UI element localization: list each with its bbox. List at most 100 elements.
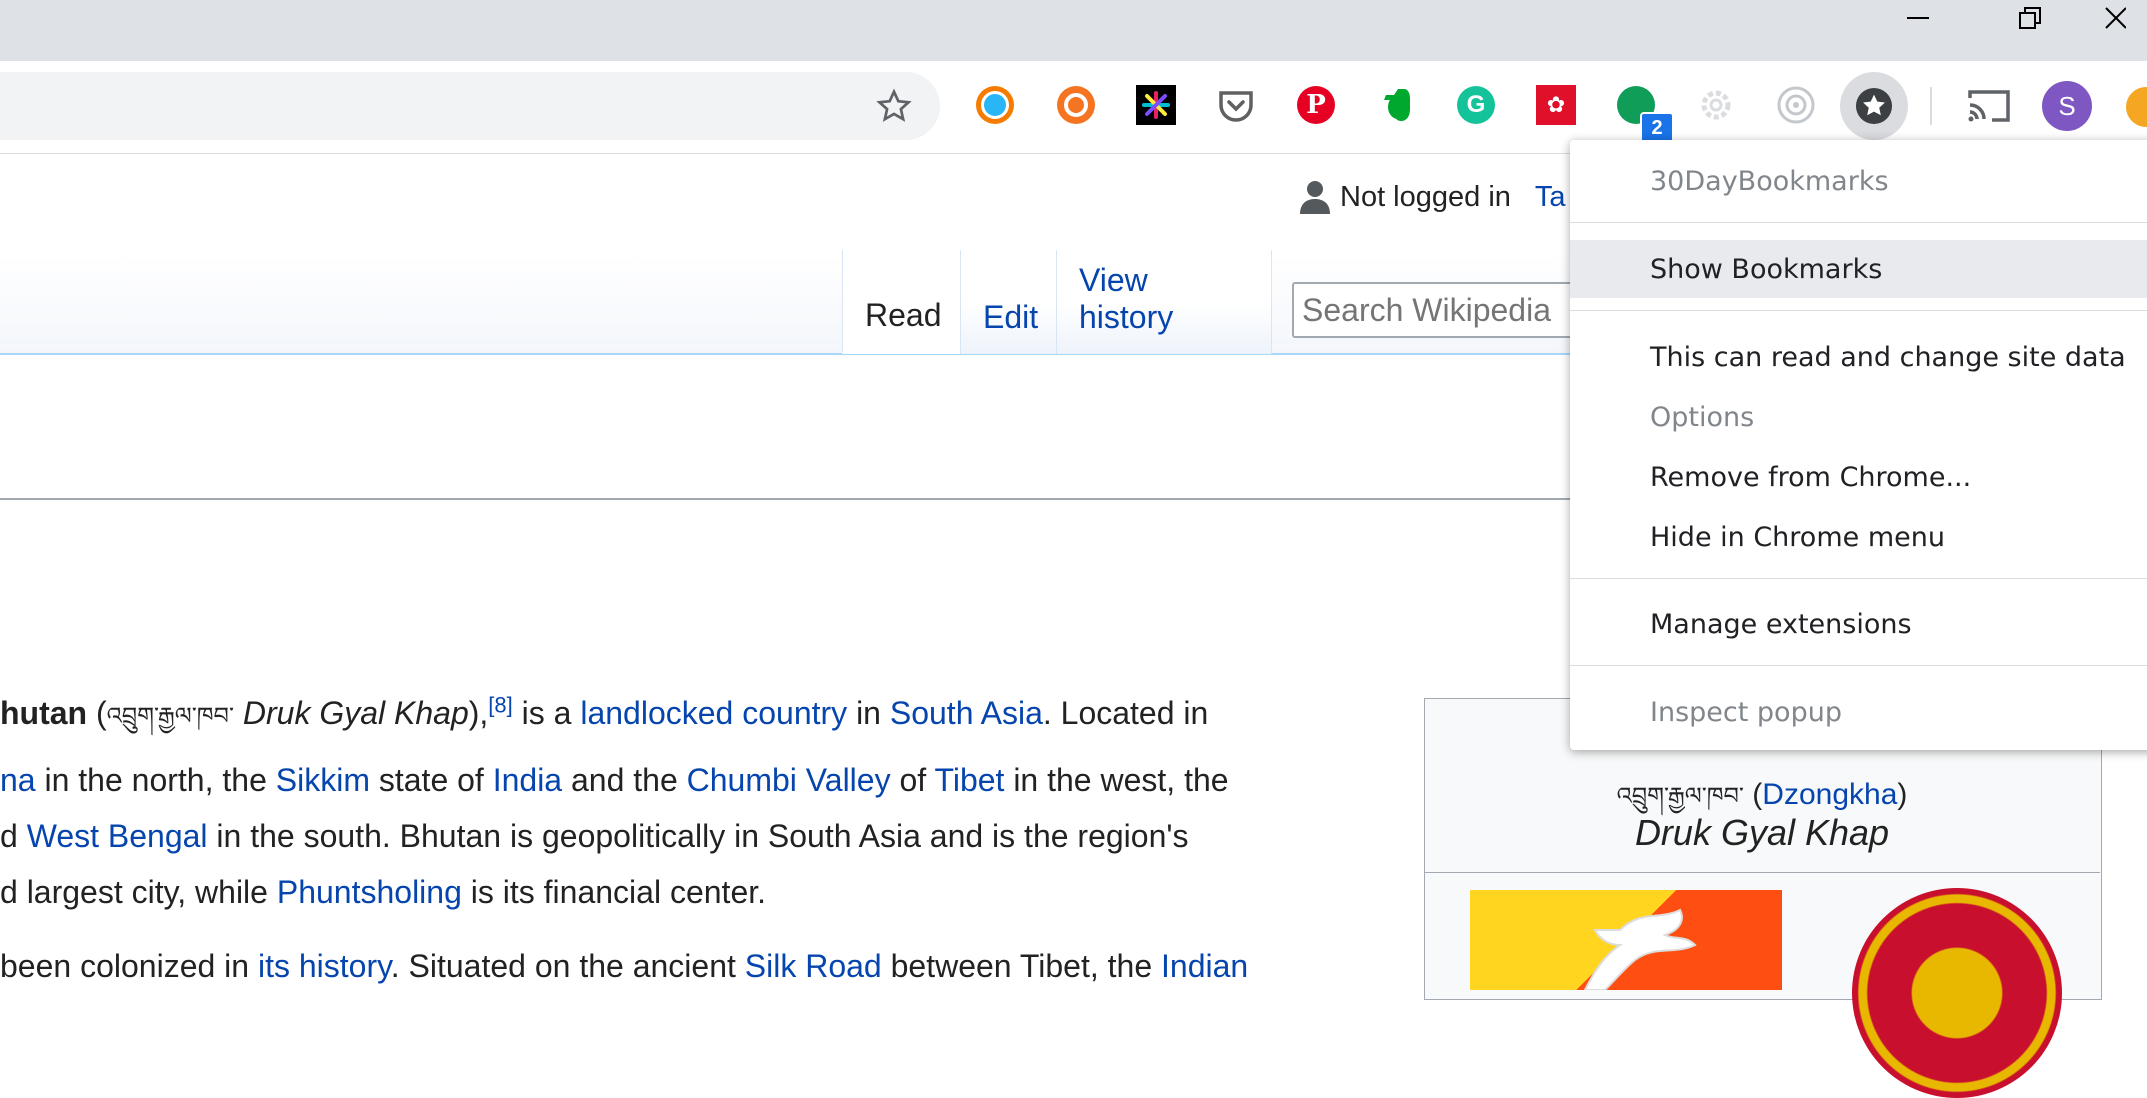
address-bar[interactable]: [0, 72, 940, 140]
flag-image[interactable]: [1470, 890, 1782, 990]
landlocked-country-link[interactable]: landlocked country: [580, 695, 847, 731]
evernote-extension-button[interactable]: [1376, 85, 1416, 125]
text-span: d: [0, 818, 27, 854]
article-subject: hutan: [0, 695, 88, 731]
window-titlebar: [0, 0, 2147, 61]
phuntsholing-link[interactable]: Phuntsholing: [277, 874, 462, 910]
text-span: and the: [562, 762, 687, 798]
text-span: been colonized in: [0, 948, 258, 984]
tab-read-label: Read: [865, 297, 942, 333]
tabs-baseline: [0, 353, 1610, 355]
menu-item-show-bookmarks[interactable]: Show Bookmarks: [1570, 240, 2147, 298]
gear-extension-button[interactable]: [1696, 85, 1736, 125]
menu-separator: [1570, 310, 2147, 311]
bookmark-star-button[interactable]: [870, 88, 918, 124]
text-span: (: [87, 695, 107, 731]
menu-separator: [1570, 665, 2147, 666]
article-line-4: d largest city, while Phuntsholing is it…: [0, 874, 766, 911]
pocket-extension-button[interactable]: [1216, 85, 1256, 125]
text-span: is a: [512, 695, 581, 731]
user-bar: Not logged in Ta: [1300, 180, 1566, 214]
citation-link[interactable]: [8]: [488, 692, 512, 717]
pinterest-icon: P: [1297, 86, 1335, 124]
text-span: of: [890, 762, 935, 798]
infobox-separator: [1424, 872, 2100, 873]
flower-icon: ✿: [1536, 85, 1576, 125]
infobox-romanized-name: Druk Gyal Khap: [1634, 812, 1890, 853]
gear-icon: [1701, 90, 1731, 120]
tab-view-history[interactable]: View history: [1056, 250, 1272, 354]
evernote-elephant-icon: [1384, 89, 1410, 121]
menu-item-remove-from-chrome[interactable]: Remove from Chrome...: [1570, 448, 2147, 506]
grammarly-extension-button[interactable]: G: [1456, 85, 1496, 125]
chumbi-valley-link[interactable]: Chumbi Valley: [687, 762, 891, 798]
close-button[interactable]: [2100, 0, 2147, 36]
south-asia-link[interactable]: South Asia: [890, 695, 1043, 731]
tab-edit[interactable]: Edit: [960, 250, 1056, 354]
article-line-3: d West Bengal in the south. Bhutan is ge…: [0, 818, 1188, 855]
not-logged-in-text: Not logged in: [1340, 180, 1511, 213]
text-span: ): [1897, 778, 1908, 811]
text-span: . Situated on the ancient: [390, 948, 745, 984]
talk-link[interactable]: Ta: [1535, 181, 1566, 214]
restore-icon: [2019, 7, 2041, 29]
tab-view-history-label: View history: [1079, 262, 1174, 335]
asterisk-icon: [1136, 85, 1176, 125]
menu-item-site-data[interactable]: This can read and change site data: [1570, 328, 2147, 386]
menu-item-hide-in-chrome-menu[interactable]: Hide in Chrome menu: [1570, 508, 2147, 566]
profile-avatar[interactable]: S: [2042, 81, 2092, 131]
tab-edit-label: Edit: [983, 299, 1039, 335]
eye-icon: [976, 86, 1014, 124]
china-link[interactable]: na: [0, 762, 36, 798]
ubuntu-extension-button[interactable]: [1056, 85, 1096, 125]
user-icon: [1300, 181, 1330, 214]
minimize-button[interactable]: [1886, 0, 1950, 36]
indian-link[interactable]: Indian: [1161, 948, 1248, 984]
sikkim-link[interactable]: Sikkim: [276, 762, 370, 798]
target-icon: [1777, 86, 1815, 124]
huawei-extension-button[interactable]: ✿: [1536, 85, 1576, 125]
its-history-link[interactable]: its history: [258, 948, 391, 984]
lifebuoy-icon: [1057, 86, 1095, 124]
silk-road-link[interactable]: Silk Road: [745, 948, 882, 984]
restore-button[interactable]: [1998, 0, 2062, 36]
target-extension-button[interactable]: [1776, 85, 1816, 125]
menu-item-inspect-popup[interactable]: Inspect popup: [1570, 683, 2147, 741]
pinterest-extension-button[interactable]: P: [1296, 85, 1336, 125]
dzongkha-link[interactable]: Dzongkha: [1762, 778, 1897, 811]
tab-read[interactable]: Read: [842, 250, 960, 354]
cast-icon: [1968, 90, 2010, 122]
text-span: in the west, the: [1004, 762, 1229, 798]
text-span: state of: [369, 762, 493, 798]
romanized-name: Druk Gyal Khap: [233, 695, 469, 731]
minimize-icon: [1907, 17, 1929, 19]
menu-item-manage-extensions[interactable]: Manage extensions: [1570, 595, 2147, 653]
emblem-image[interactable]: [1852, 888, 2062, 1098]
toolbar-separator: [1930, 87, 1932, 125]
text-span: is its financial center.: [461, 874, 767, 910]
tibetan-script: འབྲུག་རྒྱལ་ཁབ་: [1616, 783, 1744, 810]
cast-button[interactable]: [1966, 88, 2012, 124]
color-picker-extension-button[interactable]: [1136, 85, 1176, 125]
dragon-icon: [1583, 908, 1697, 990]
text-span: in the north, the: [35, 762, 276, 798]
star-outline-icon: [876, 88, 912, 122]
menu-item-options[interactable]: Options: [1570, 388, 2147, 446]
text-span: in the south. Bhutan is geopolitically i…: [207, 818, 1189, 854]
text-span: d largest city, while: [0, 874, 277, 910]
text-span: (: [1752, 778, 1763, 811]
text-span: in: [847, 695, 890, 731]
tibetan-script: འབྲུག་རྒྱལ་ཁབ་: [106, 703, 234, 730]
grammarly-icon: G: [1457, 86, 1495, 124]
india-link[interactable]: India: [493, 762, 562, 798]
text-span: ),: [468, 695, 489, 731]
article-line-1: hutan (འབྲུག་རྒྱལ་ཁབ་ Druk Gyal Khap),[8…: [0, 690, 1208, 757]
eye-extension-button[interactable]: [975, 85, 1015, 125]
star-icon: [1854, 86, 1894, 126]
menu-title: 30DayBookmarks: [1650, 165, 1889, 197]
close-icon: [2105, 7, 2126, 29]
text-span: between Tibet, the: [881, 948, 1162, 984]
tibet-link[interactable]: Tibet: [934, 762, 1004, 798]
west-bengal-link[interactable]: West Bengal: [27, 818, 208, 854]
heading-rule: [0, 498, 1580, 500]
